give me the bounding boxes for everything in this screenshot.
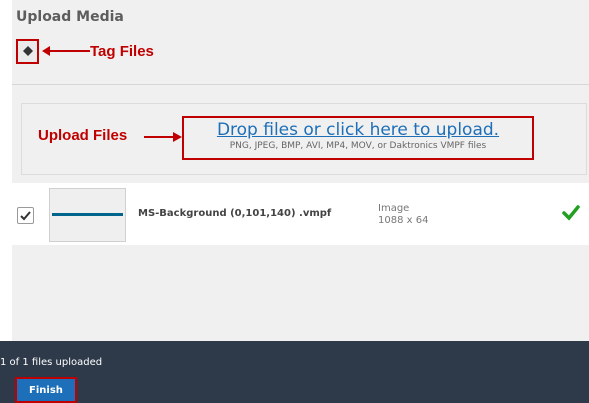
upload-files-arrow	[144, 132, 182, 142]
tag-files-arrow	[42, 46, 90, 56]
upload-hint: PNG, JPEG, BMP, AVI, MP4, MOV, or Daktro…	[229, 141, 487, 151]
thumbnail-bar	[52, 213, 123, 216]
file-name: MS-Background (0,101,140) .vmpf	[138, 208, 332, 219]
page-title: Upload Media	[16, 9, 124, 25]
upload-link[interactable]: Drop files or click here to upload.	[184, 120, 532, 140]
tag-files-button[interactable]	[16, 39, 39, 64]
upload-status: 1 of 1 files uploaded	[0, 357, 103, 368]
file-checkbox[interactable]	[17, 207, 34, 224]
footer	[0, 341, 589, 403]
checkmark-icon	[20, 206, 31, 225]
file-thumbnail	[49, 188, 126, 242]
upload-link-box[interactable]: Drop files or click here to upload. PNG,…	[182, 116, 534, 160]
tag-files-callout: Tag Files	[90, 43, 154, 60]
tag-icon	[22, 42, 34, 61]
file-dimensions: 1088 x 64	[378, 215, 429, 226]
finish-button[interactable]: Finish	[15, 377, 77, 403]
file-type: Image	[378, 203, 410, 214]
success-check-icon	[562, 205, 580, 221]
upload-files-callout: Upload Files	[38, 127, 128, 144]
divider	[12, 84, 589, 85]
